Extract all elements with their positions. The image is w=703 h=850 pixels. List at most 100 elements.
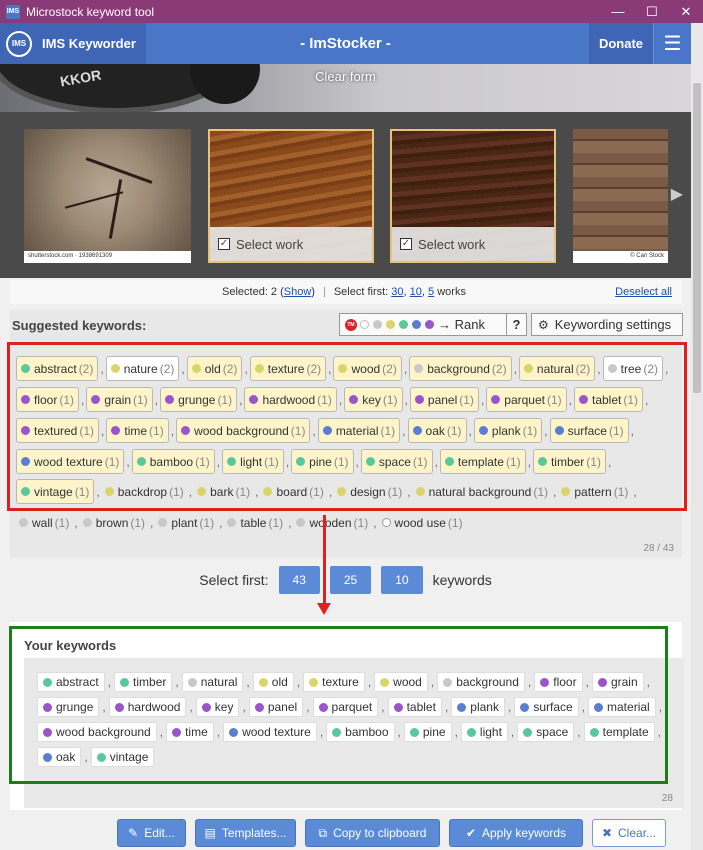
- suggested-title: Suggested keywords:: [12, 318, 147, 333]
- select-first-25-button[interactable]: 25: [329, 566, 372, 594]
- keywords-suffix: keywords: [432, 572, 492, 588]
- select-work-toggle[interactable]: ✓ Select work: [392, 227, 554, 261]
- document-icon: ▤: [204, 826, 216, 840]
- banner: KKOR Clear form: [0, 64, 691, 112]
- suggested-keyword-chip[interactable]: wood use (1): [379, 510, 466, 535]
- keyword-text: table: [240, 515, 267, 530]
- rank-color-dot: [425, 320, 434, 329]
- app-icon: IMS: [6, 4, 20, 19]
- keyword-frequency: (1): [130, 515, 146, 530]
- select-first-10-button[interactable]: 10: [381, 566, 423, 594]
- comma-separator: ,: [150, 515, 154, 530]
- rank-color-dot: [386, 320, 395, 329]
- keyword-color-dot: [381, 518, 391, 527]
- arrow-down-icon: [317, 603, 331, 615]
- keywording-settings-button[interactable]: ⚙ Keywording settings: [531, 313, 683, 336]
- comma-separator: ,: [373, 515, 377, 530]
- rank-color-dot: [360, 320, 369, 329]
- keyword-text: brown: [95, 515, 129, 530]
- keyword-text: wall: [32, 515, 53, 530]
- select-first-10-link[interactable]: 10: [410, 286, 422, 298]
- keyword-frequency: (1): [199, 515, 215, 530]
- select-first-43-button[interactable]: 43: [278, 566, 320, 594]
- keyword-count: 28 / 43: [643, 543, 674, 554]
- edit-button[interactable]: ✎ Edit...: [117, 819, 186, 847]
- keyword-frequency: (1): [54, 515, 70, 530]
- navbar: IMS IMS Keyworder - ImStocker - Donate ☰: [0, 23, 691, 64]
- ims-logo-icon: IMS: [6, 30, 32, 57]
- keyword-text: wood use: [394, 515, 446, 530]
- copy-to-clipboard-button[interactable]: ⧉ Copy to clipboard: [305, 819, 440, 847]
- keyword-text: plant: [171, 515, 198, 530]
- pencil-icon: ✎: [128, 826, 139, 840]
- brand-link[interactable]: IMS IMS Keyworder: [0, 23, 146, 64]
- help-button[interactable]: ?: [506, 313, 527, 336]
- select-first-30-link[interactable]: 30: [391, 286, 403, 298]
- select-work-label: Select work: [418, 236, 486, 252]
- selected-count-prefix: Selected: 2 (: [222, 286, 284, 298]
- rank-color-dot: [412, 320, 421, 329]
- your-keyword-count: 28: [661, 793, 673, 804]
- templates-button[interactable]: ▤ Templates...: [195, 819, 296, 847]
- checkbox-checked-icon[interactable]: ✓: [218, 238, 230, 250]
- thumbnail-4[interactable]: © Can Stock: [573, 129, 668, 263]
- copy-icon: ⧉: [318, 825, 328, 840]
- comma-separator: ,: [288, 515, 292, 530]
- keyword-color-dot: [19, 518, 28, 527]
- keyword-color-dot: [227, 518, 237, 527]
- clear-form-link[interactable]: Clear form: [0, 69, 691, 84]
- comma-separator: ,: [74, 515, 78, 530]
- checkbox-checked-icon[interactable]: ✓: [400, 238, 412, 250]
- your-keywords-highlight-box: [9, 626, 668, 784]
- comma-separator: ,: [219, 515, 223, 530]
- minimize-button[interactable]: —: [601, 0, 635, 23]
- close-button[interactable]: ✕: [669, 0, 703, 23]
- gear-icon: ⚙: [538, 317, 549, 332]
- deselect-all-link[interactable]: Deselect all: [615, 286, 672, 298]
- apply-keywords-button[interactable]: ✔ Apply keywords: [449, 819, 583, 847]
- select-first-5-link[interactable]: 5: [428, 286, 434, 298]
- show-link[interactable]: Show: [284, 286, 312, 298]
- rank-label: → Rank: [438, 317, 485, 332]
- next-arrow-icon[interactable]: ▶: [671, 184, 683, 204]
- settings-label: Keywording settings: [554, 317, 672, 332]
- thumbnail-1[interactable]: shutterstock.com · 1938691309: [24, 129, 191, 263]
- selection-bar: Selected: 2 (Show) | Select first: 30, 1…: [10, 280, 682, 304]
- apply-label: Apply keywords: [482, 826, 567, 840]
- suggested-keyword-chip[interactable]: brown (1): [80, 510, 148, 535]
- copy-label: Copy to clipboard: [333, 826, 427, 840]
- scrollbar[interactable]: [691, 23, 703, 850]
- scroll-thumb[interactable]: [693, 83, 701, 393]
- donate-button[interactable]: Donate: [588, 23, 653, 64]
- keyword-frequency: (1): [447, 515, 463, 530]
- thumb-credit: © Can Stock: [573, 251, 668, 263]
- close-icon: ✖: [601, 826, 613, 840]
- keyword-row: wall (1), brown (1), plant (1), table (1), woode…: [16, 510, 466, 535]
- maximize-button[interactable]: ☐: [635, 0, 669, 23]
- templates-label: Templates...: [221, 826, 287, 840]
- keyword-color-dot: [296, 518, 306, 527]
- brand-name: IMS Keyworder: [42, 36, 136, 51]
- thumb-credit: shutterstock.com · 1938691309: [24, 251, 191, 263]
- crack-line: [108, 179, 123, 239]
- suggested-keyword-chip[interactable]: plant (1): [155, 510, 217, 535]
- clear-button[interactable]: ✖ Clear...: [592, 819, 666, 847]
- keyword-text: wooden: [309, 515, 352, 530]
- action-bar: ✎ Edit... ▤ Templates... ⧉ Copy to clipboar…: [0, 818, 691, 850]
- hamburger-icon[interactable]: ☰: [653, 23, 691, 64]
- clear-label: Clear...: [618, 826, 657, 840]
- works-label: works: [437, 286, 466, 298]
- thumbnail-3[interactable]: ✓ Select work: [390, 129, 556, 263]
- select-work-toggle[interactable]: ✓ Select work: [210, 227, 372, 261]
- edit-label: Edit...: [144, 826, 175, 840]
- select-work-label: Select work: [236, 236, 304, 252]
- keyword-color-dot: [82, 518, 92, 527]
- thumbnail-2[interactable]: ✓ Select work: [208, 129, 374, 263]
- suggested-keyword-chip[interactable]: wall (1): [16, 510, 72, 535]
- select-first-label: Select first:: [199, 572, 269, 588]
- rank-dots: [360, 317, 438, 332]
- suggested-keyword-chip[interactable]: table (1): [224, 510, 286, 535]
- suggested-keyword-chip[interactable]: wooden (1): [293, 510, 371, 535]
- rank-button[interactable]: TM → Rank: [339, 313, 514, 336]
- rank-color-dot: [399, 320, 408, 329]
